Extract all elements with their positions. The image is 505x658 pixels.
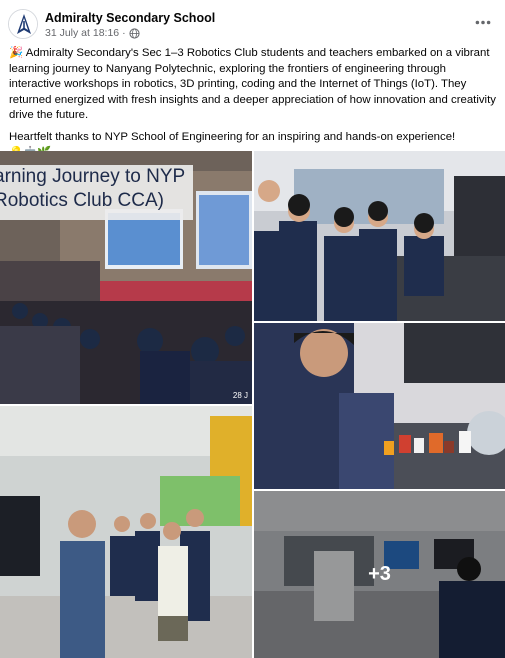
post-paragraph-1: 🎉 Admiralty Secondary's Sec 1–3 Robotics…: [9, 46, 499, 124]
photo-3d-printed-models[interactable]: [254, 323, 505, 489]
photo-gallery: arning Journey to NYP Robotics Club CCA)…: [0, 151, 505, 658]
meta-separator: ·: [122, 27, 126, 39]
photo-corridor-group[interactable]: [0, 406, 252, 658]
banner-line-2: Robotics Club CCA): [0, 190, 164, 211]
photo-date-tag: 28 J: [232, 391, 248, 400]
more-photos-count: +3: [368, 563, 391, 585]
photo-computer-lab[interactable]: +3: [254, 491, 505, 658]
photo-auditorium[interactable]: arning Journey to NYP Robotics Club CCA)…: [0, 151, 252, 404]
post-meta: 31 July at 18:16 ·: [45, 27, 140, 39]
post-author-name[interactable]: Admiralty Secondary School: [45, 11, 215, 25]
post-body: 🎉 Admiralty Secondary's Sec 1–3 Robotics…: [9, 46, 499, 167]
post-paragraph-1-text: Admiralty Secondary's Sec 1–3 Robotics C…: [9, 47, 496, 122]
post-header: Admiralty Secondary School 31 July at 18…: [0, 0, 505, 44]
photo-robotics-lab[interactable]: [254, 151, 505, 321]
more-photos-overlay[interactable]: +3: [254, 491, 505, 658]
banner-line-1: arning Journey to NYP: [0, 166, 186, 187]
globe-icon: [129, 27, 140, 39]
post-timestamp[interactable]: 31 July at 18:16: [45, 27, 119, 39]
more-options-button[interactable]: [471, 10, 495, 34]
event-banner: arning Journey to NYP Robotics Club CCA): [0, 165, 193, 220]
more-horizontal-icon: [475, 20, 491, 24]
party-popper-emoji: 🎉: [9, 47, 24, 59]
school-logo-avatar[interactable]: [8, 9, 38, 39]
post-paragraph-2-text: Heartfelt thanks to NYP School of Engine…: [9, 130, 456, 143]
